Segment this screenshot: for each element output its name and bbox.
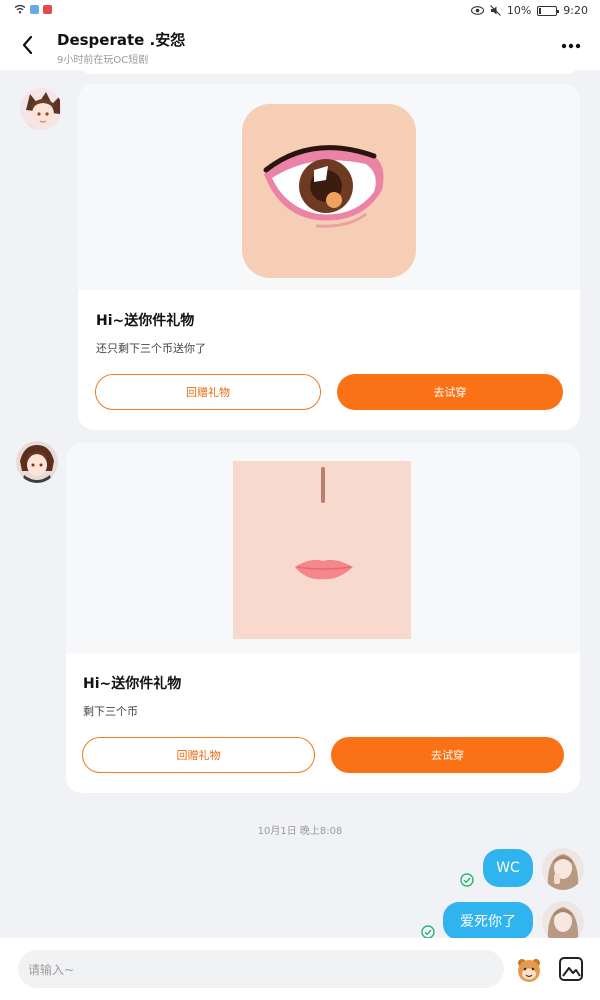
sent-check-icon: [460, 873, 474, 887]
gift-title: Hi~送你件礼物: [96, 313, 195, 329]
battery-percent: 10%: [506, 4, 532, 17]
eye-makeup-image: [242, 104, 416, 278]
chat-header: Desperate .安怨 9小时前在玩OC短剧: [0, 22, 600, 70]
app-notification-icon: [43, 4, 52, 14]
sent-check-icon: [421, 925, 435, 938]
wifi-icon: [14, 4, 26, 14]
battery-icon: [537, 5, 560, 16]
contact-avatar[interactable]: [20, 88, 62, 130]
clock: 9:20: [563, 4, 588, 17]
nose-lips-image: [233, 461, 411, 639]
try-on-button[interactable]: 去试穿: [337, 374, 563, 410]
gift-card: Hi~送你件礼物 剩下三个币 回赠礼物 去试穿: [66, 443, 580, 793]
own-avatar[interactable]: [542, 901, 584, 938]
own-message-bubble[interactable]: WC: [483, 849, 533, 887]
message-input[interactable]: 请输入~: [18, 950, 504, 988]
return-gift-button[interactable]: 回赠礼物: [82, 737, 315, 773]
contact-name[interactable]: Desperate .安怨: [57, 29, 185, 50]
battery-level: [539, 7, 542, 14]
try-on-button[interactable]: 去试穿: [331, 737, 564, 773]
gift-card: Hi~送你件礼物 还只剩下三个币送你了 回赠礼物 去试穿: [78, 84, 580, 430]
status-right: 10% 9:20: [470, 4, 588, 17]
gift-message: 剩下三个币: [83, 705, 138, 718]
gift-image-area: [78, 84, 580, 290]
contact-avatar[interactable]: [16, 441, 58, 483]
eye-icon: [470, 6, 484, 15]
return-gift-button[interactable]: 回赠礼物: [95, 374, 321, 410]
own-message-bubble[interactable]: 爱死你了: [443, 902, 533, 938]
status-bar: 10% 9:20: [0, 0, 600, 22]
gift-image-area: [66, 443, 580, 653]
contact-activity: 9小时前在玩OC短剧: [57, 55, 149, 66]
gift-title: Hi~送你件礼物: [83, 676, 182, 692]
composer-bar: 请输入~: [0, 938, 600, 1000]
app-notification-icon: [30, 4, 39, 14]
message-list[interactable]: Hi~送你件礼物 还只剩下三个币送你了 回赠礼物 去试穿 Hi~送你件礼物 剩下…: [0, 70, 600, 938]
previous-message-card: [78, 70, 580, 74]
status-left: [14, 4, 52, 14]
more-options-icon[interactable]: [560, 36, 582, 56]
avatar-image: [542, 848, 584, 890]
avatar-image: [16, 441, 58, 483]
avatar-image: [542, 901, 584, 938]
avatar-image: [20, 88, 62, 130]
image-icon[interactable]: [558, 956, 584, 982]
mute-icon: [489, 5, 501, 16]
emoji-icon[interactable]: [514, 955, 544, 985]
back-icon[interactable]: [16, 32, 40, 58]
gift-message: 还只剩下三个币送你了: [96, 342, 206, 355]
own-avatar[interactable]: [542, 848, 584, 890]
message-timestamp: 10月1日 晚上8:08: [257, 826, 343, 837]
